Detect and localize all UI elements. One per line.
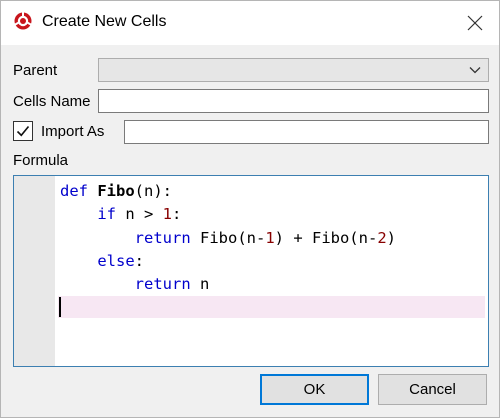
- chevron-down-icon: [469, 67, 481, 74]
- line-number-gutter: [14, 176, 55, 366]
- ok-button[interactable]: OK: [260, 374, 369, 405]
- code-line: else:: [60, 250, 396, 273]
- code-token: ): [386, 228, 396, 247]
- code-token: n >: [116, 205, 163, 224]
- code-line: return Fibo(n-1) + Fibo(n-2): [60, 227, 396, 250]
- parent-label: Parent: [13, 62, 58, 79]
- title-bar[interactable]: Create New Cells: [1, 1, 499, 45]
- create-new-cells-dialog: Create New Cells Parent Cells Name Impor…: [0, 0, 500, 418]
- code-token: Fibo: [97, 182, 135, 200]
- import-as-label: Import As: [41, 123, 105, 140]
- import-as-checkbox[interactable]: [13, 121, 33, 141]
- code-token: Fibo(n-: [190, 228, 266, 247]
- formula-label: Formula: [13, 152, 69, 169]
- close-button[interactable]: [459, 8, 491, 38]
- formula-code[interactable]: def Fibo(n): if n > 1: return Fibo(n-1) …: [60, 180, 396, 320]
- import-as-input[interactable]: [124, 120, 489, 144]
- formula-editor[interactable]: def Fibo(n): if n > 1: return Fibo(n-1) …: [13, 175, 489, 367]
- code-line: def Fibo(n):: [60, 180, 396, 203]
- cells-name-label: Cells Name: [13, 93, 91, 110]
- code-line: return n: [60, 273, 396, 296]
- code-token: ) + Fibo(n-: [274, 228, 378, 247]
- dialog-title: Create New Cells: [42, 13, 167, 30]
- parent-dropdown[interactable]: [98, 58, 489, 82]
- cancel-button[interactable]: Cancel: [378, 374, 487, 405]
- close-icon: [467, 15, 483, 31]
- code-token: 2: [377, 228, 387, 247]
- code-token: n: [190, 275, 210, 294]
- checkmark-icon: [16, 125, 30, 137]
- app-logo-icon: [14, 12, 32, 30]
- code-token: 1: [162, 205, 173, 224]
- code-token: :: [134, 251, 144, 270]
- code-line: if n > 1:: [60, 203, 396, 226]
- code-token: return: [134, 275, 191, 294]
- code-token: return: [134, 228, 191, 247]
- code-token: if: [97, 205, 116, 224]
- cells-name-input[interactable]: [98, 89, 489, 113]
- code-token: (n):: [134, 182, 172, 200]
- code-token: 1: [265, 228, 275, 247]
- code-token: else: [97, 251, 135, 270]
- code-token: :: [172, 205, 182, 224]
- code-token: def: [60, 182, 88, 200]
